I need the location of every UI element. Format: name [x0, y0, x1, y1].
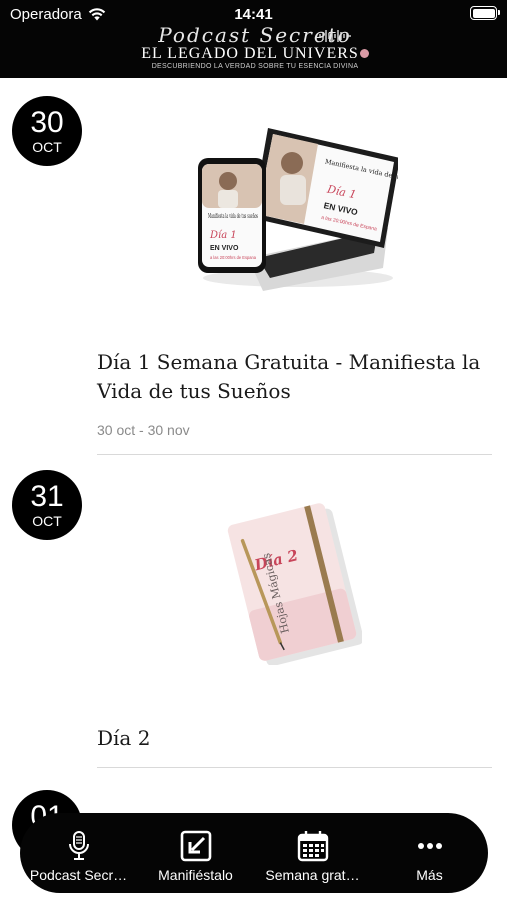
event-title[interactable]: Día 2	[97, 724, 487, 753]
tab-more[interactable]: Más	[371, 813, 488, 893]
phone-live-detail: a las 20:00hrs de Espana	[210, 255, 256, 260]
phone-live-label: EN VIVO	[210, 245, 239, 252]
logo-dot-icon	[359, 49, 369, 58]
phone-badge: Día 1	[209, 230, 237, 241]
logo-tagline: DESCUBRIENDO LA VERDAD SOBRE TU ESENCIA …	[151, 63, 359, 70]
battery-icon	[470, 6, 500, 20]
app-header: Operadora 14:41 Podcast Secreto EL LEGAD…	[0, 0, 507, 78]
microphone-icon	[68, 831, 89, 860]
status-time: 14:41	[234, 6, 273, 23]
logo-main-text: EL LEGADO DEL UNIVERS	[141, 45, 359, 62]
calendar-icon	[297, 831, 328, 862]
date-day: 31	[30, 480, 64, 513]
date-day: 30	[30, 106, 64, 139]
date-month: OCT	[32, 139, 62, 155]
date-badge: 31 OCT	[12, 470, 82, 540]
tab-manifiestalo[interactable]: Manifiéstalo	[137, 813, 254, 893]
tab-label: Semana grat…	[265, 867, 360, 883]
bottom-tab-bar: Podcast Secr… Manifiéstalo Semana grat… …	[20, 813, 488, 893]
event-thumbnail-image[interactable]: Manifiesta la vida de tus sueños Día 1 E…	[188, 118, 398, 293]
date-month: OCT	[32, 513, 62, 529]
more-dots-icon	[417, 843, 442, 849]
item-divider	[97, 767, 492, 768]
event-date-range: 30 oct - 30 nov	[97, 422, 190, 438]
external-link-icon	[180, 830, 211, 862]
tab-semana-gratuita[interactable]: Semana grat…	[254, 813, 371, 893]
tab-podcast[interactable]: Podcast Secr…	[20, 813, 137, 893]
event-title[interactable]: Día 1 Semana Gratuita - Manifiesta la Vi…	[97, 348, 487, 406]
notebook-thumbnail-image[interactable]: Día 2 Hojas Mágicas	[222, 500, 362, 665]
soundwave-icon	[319, 30, 351, 42]
item-divider	[97, 454, 492, 455]
tab-label: Más	[416, 867, 443, 883]
brand-logo: Podcast Secreto EL LEGADO DEL UNIVERS DE…	[140, 24, 370, 78]
date-badge: 30 OCT	[12, 96, 82, 166]
phone-headline: Manifiesta la vida de tus sueños	[208, 213, 258, 220]
tab-label: Podcast Secr…	[29, 867, 128, 883]
tab-label: Manifiéstalo	[158, 867, 233, 883]
